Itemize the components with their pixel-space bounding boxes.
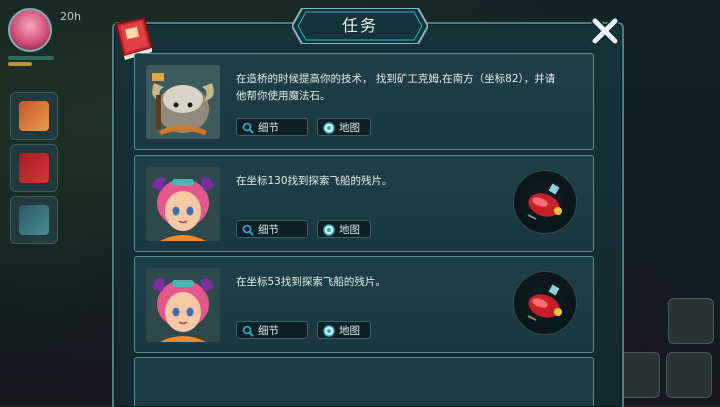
magnifier-icon [242, 224, 254, 236]
magnifier-icon [242, 122, 254, 134]
close-icon [591, 17, 619, 45]
miner-yak-portrait [146, 65, 220, 139]
right-slot-tool[interactable] [668, 298, 714, 344]
quest-book-icon [19, 153, 49, 183]
quest-description: 在造桥的时候提高你的技术， 找到矿工克姆,在南方（坐标82），并请他帮你使用魔法… [236, 73, 556, 102]
right-slot-hammer[interactable] [666, 352, 712, 398]
map-book-icon [19, 101, 49, 131]
quest-card: 在坐标130找到探索飞船的残片。 细节 地图 [134, 155, 594, 252]
map-button-label: 地图 [339, 224, 360, 236]
reward-slot[interactable] [513, 170, 577, 234]
title-plate: 任务 [292, 8, 428, 44]
close-button[interactable] [590, 16, 620, 46]
detail-button[interactable]: 细节 [236, 118, 308, 136]
quest-description: 在坐标53找到探索飞船的残片。 [236, 276, 386, 288]
hud-timer: 20h [60, 10, 81, 23]
map-target-icon [323, 122, 335, 134]
magnifier-icon [242, 325, 254, 337]
map-button[interactable]: 地图 [317, 118, 371, 136]
map-button[interactable]: 地图 [317, 321, 371, 339]
reward-slot[interactable] [513, 271, 577, 335]
map-target-icon [323, 224, 335, 236]
side-slot-journal[interactable] [10, 196, 58, 244]
detail-button-label: 细节 [258, 224, 279, 236]
detail-button[interactable]: 细节 [236, 220, 308, 238]
quest-card-partial [134, 357, 594, 406]
player-avatar[interactable] [8, 8, 52, 52]
quest-card: 在造桥的时候提高你的技术， 找到矿工克姆,在南方（坐标82），并请他帮你使用魔法… [134, 53, 594, 150]
quest-description: 在坐标130找到探索飞船的残片。 [236, 175, 393, 187]
ship-fragment-icon [527, 183, 562, 220]
window-title: 任务 [341, 16, 378, 35]
map-button-label: 地图 [339, 122, 360, 134]
side-slot-quest-book[interactable] [10, 144, 58, 192]
detail-button[interactable]: 细节 [236, 321, 308, 339]
energy-bar [8, 62, 32, 66]
map-button-label: 地图 [339, 325, 360, 337]
quest-card: 在坐标53找到探索飞船的残片。 细节 地图 [134, 256, 594, 353]
journal-icon [19, 205, 49, 235]
pink-hair-girl-portrait [146, 268, 220, 342]
pink-hair-girl-portrait [146, 167, 220, 241]
map-button[interactable]: 地图 [317, 220, 371, 238]
side-slot-map[interactable] [10, 92, 58, 140]
map-target-icon [323, 325, 335, 337]
ship-fragment-icon [527, 284, 562, 321]
detail-button-label: 细节 [258, 325, 279, 337]
detail-button-label: 细节 [258, 122, 279, 134]
health-bar [8, 56, 54, 60]
